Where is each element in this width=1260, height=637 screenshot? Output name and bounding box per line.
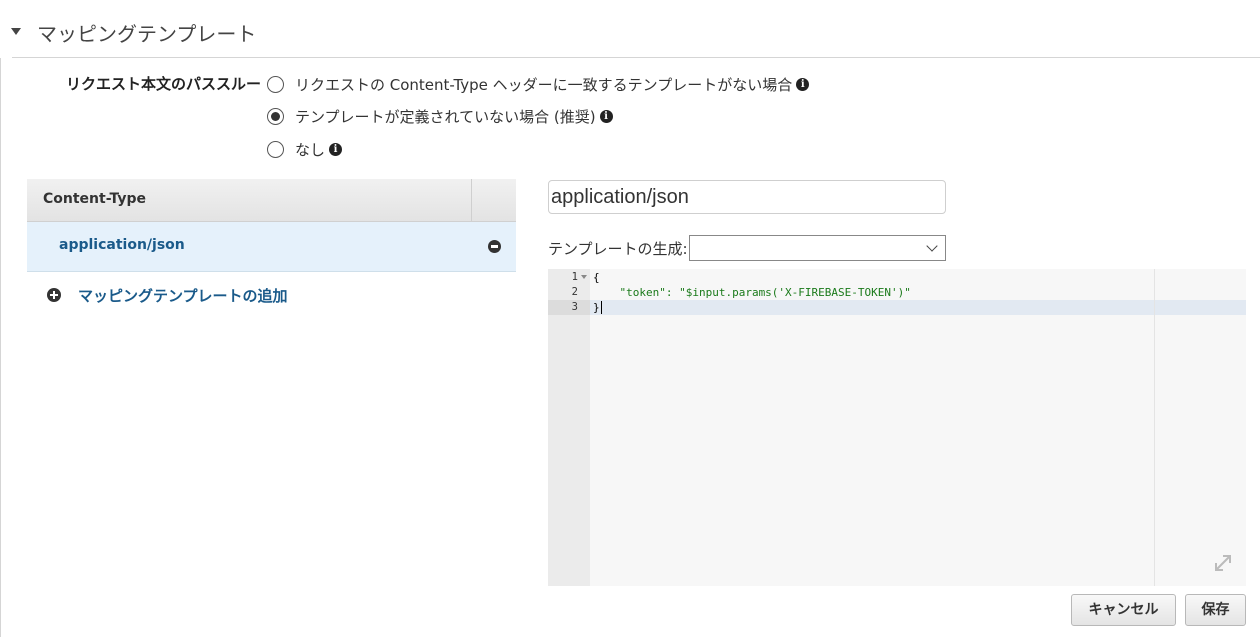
active-line-highlight (590, 300, 1246, 315)
passthrough-label: リクエスト本文のパススルー (66, 75, 262, 93)
code-line: "token": "$input.params('X-FIREBASE-TOKE… (593, 286, 911, 299)
code-line: { (593, 271, 600, 284)
header-column-divider (471, 179, 472, 221)
line-number: 2 (571, 286, 578, 298)
radio-when-no-templates[interactable] (267, 107, 284, 125)
save-button[interactable]: 保存 (1185, 594, 1246, 626)
text-cursor (601, 301, 602, 314)
content-type-input[interactable] (548, 180, 946, 214)
expand-icon[interactable] (1212, 552, 1234, 574)
radio-label: なし (295, 140, 326, 159)
line-number: 3 (571, 301, 578, 313)
print-margin (1154, 269, 1155, 586)
code-line: } (593, 301, 600, 314)
fold-arrow-icon[interactable] (581, 275, 587, 279)
content-type-row[interactable]: application/json (27, 222, 516, 272)
info-icon[interactable]: i (599, 109, 613, 123)
radio-label: テンプレートが定義されていない場合 (推奨) (295, 107, 596, 126)
header-divider (12, 57, 1260, 58)
content-type-table: Content-Type application/json (27, 179, 516, 272)
add-icon[interactable] (47, 288, 61, 302)
remove-icon[interactable] (488, 240, 501, 253)
passthrough-option-never[interactable]: なし i (267, 137, 343, 161)
panel-left-border (0, 58, 1, 637)
generate-template-select[interactable] (689, 235, 946, 261)
info-icon[interactable]: i (796, 77, 810, 91)
collapse-caret-icon[interactable] (11, 28, 21, 35)
content-type-header-label: Content-Type (43, 191, 146, 207)
line-number: 1 (571, 271, 578, 283)
editor-gutter (548, 269, 590, 586)
cancel-button[interactable]: キャンセル (1071, 594, 1176, 626)
info-icon[interactable]: i (329, 142, 343, 156)
template-editor[interactable]: 1 2 3 { "token": "$input.params('X-FIREB… (548, 269, 1246, 586)
add-mapping-template-link[interactable]: マッピングテンプレートの追加 (78, 285, 288, 306)
generate-template-label: テンプレートの生成: (548, 240, 688, 258)
chevron-down-icon (926, 240, 938, 252)
content-type-name[interactable]: application/json (59, 237, 185, 253)
radio-label: リクエストの Content-Type ヘッダーに一致するテンプレートがない場合 (295, 75, 793, 94)
section-header[interactable]: マッピングテンプレート (0, 0, 1260, 58)
passthrough-option-when-no-match[interactable]: リクエストの Content-Type ヘッダーに一致するテンプレートがない場合… (267, 72, 810, 96)
content-type-header: Content-Type (27, 179, 516, 222)
radio-when-no-match[interactable] (267, 75, 284, 93)
passthrough-option-when-no-templates[interactable]: テンプレートが定義されていない場合 (推奨) i (267, 104, 613, 128)
section-title: マッピングテンプレート (37, 22, 257, 46)
radio-never[interactable] (267, 140, 284, 158)
